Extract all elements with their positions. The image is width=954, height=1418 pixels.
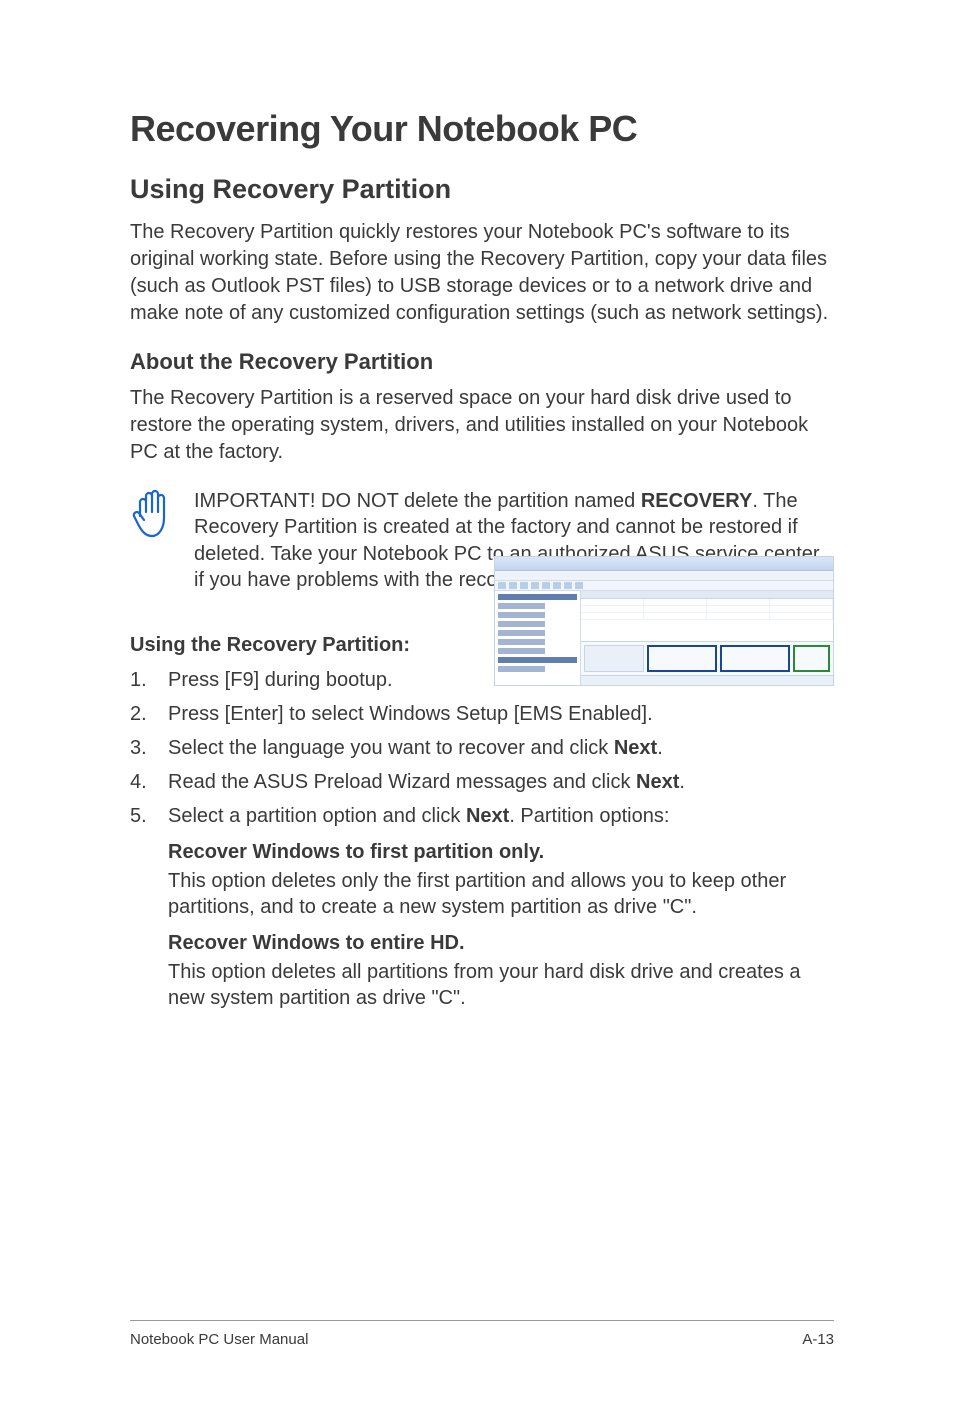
- recovery-steps-list: Press [F9] during bootup. Press [Enter] …: [130, 665, 834, 831]
- option-2-body: This option deletes all partitions from …: [168, 959, 834, 1011]
- screenshot-toolbar: [495, 581, 833, 591]
- footer-left: Notebook PC User Manual: [130, 1331, 308, 1348]
- option-2-title: Recover Windows to entire HD.: [168, 932, 834, 955]
- footer-right: A-13: [802, 1331, 834, 1348]
- step-3: Select the language you want to recover …: [130, 733, 834, 763]
- note-recovery-word: RECOVERY: [641, 490, 753, 512]
- page-footer: Notebook PC User Manual A-13: [130, 1320, 834, 1348]
- section-heading-about: About the Recovery Partition: [130, 349, 834, 375]
- section-body: The Recovery Partition quickly restores …: [130, 219, 834, 327]
- option-1-body: This option deletes only the first parti…: [168, 868, 834, 920]
- option-1: Recover Windows to first partition only.…: [168, 841, 834, 1011]
- step-4: Read the ASUS Preload Wizard messages an…: [130, 767, 834, 797]
- page: Recovering Your Notebook PC Using Recove…: [0, 0, 954, 1418]
- screenshot-volume-grid: [581, 591, 833, 641]
- page-title: Recovering Your Notebook PC: [130, 108, 834, 150]
- about-body: The Recovery Partition is a reserved spa…: [130, 385, 834, 466]
- step-2: Press [Enter] to select Windows Setup [E…: [130, 699, 834, 729]
- note-part-a: IMPORTANT! DO NOT delete the partition n…: [194, 490, 641, 512]
- section-heading-using-recovery-partition: Using Recovery Partition: [130, 174, 834, 205]
- option-1-title: Recover Windows to first partition only.: [168, 841, 834, 864]
- step-5: Select a partition option and click Next…: [130, 801, 834, 831]
- hand-stop-icon: [130, 488, 176, 542]
- screenshot-menubar: [495, 571, 833, 581]
- screenshot-titlebar: [495, 557, 833, 571]
- step-1: Press [F9] during bootup.: [130, 665, 834, 695]
